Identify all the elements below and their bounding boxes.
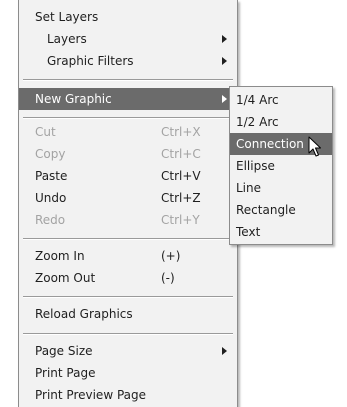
- menu-item-undo[interactable]: Undo Ctrl+Z: [19, 187, 237, 209]
- mouse-pointer-icon: [308, 136, 321, 157]
- submenu-arrow-icon: [222, 95, 227, 103]
- menu-item-label: New Graphic: [35, 92, 112, 106]
- menu-item-label: Undo: [35, 191, 67, 205]
- menu-item-label: Print Page: [35, 366, 96, 380]
- menu-item-label: Zoom Out: [35, 271, 96, 285]
- menu-item-shortcut: Ctrl+V: [161, 169, 201, 183]
- menu-item-label: Ellipse: [236, 159, 275, 173]
- menu-item-label: Text: [236, 225, 261, 239]
- menu-separator: [23, 117, 233, 119]
- menu-item-new-graphic[interactable]: New Graphic: [19, 88, 237, 110]
- menu-item-label: Line: [236, 181, 262, 195]
- menu-item-label: Copy: [35, 147, 66, 161]
- menu-item-page-size[interactable]: Page Size: [19, 340, 237, 362]
- menu-item-shortcut: (+): [161, 249, 181, 263]
- submenu-arrow-icon: [222, 347, 227, 355]
- new-graphic-submenu: 1/4 Arc 1/2 Arc Connection Ellipse Line …: [229, 86, 333, 245]
- menu-item-label: Reload Graphics: [35, 307, 133, 321]
- menu-item-label: Redo: [35, 213, 66, 227]
- menu-item-shortcut: (-): [161, 271, 175, 285]
- menu-separator: [23, 333, 233, 335]
- submenu-arrow-icon: [222, 35, 227, 43]
- menu-item-shortcut: Ctrl+X: [161, 125, 201, 139]
- menu-item-reload-graphics[interactable]: Reload Graphics: [19, 303, 237, 325]
- submenu-item-half-arc[interactable]: 1/2 Arc: [230, 111, 332, 133]
- menu-item-label: Cut: [35, 125, 56, 139]
- menu-item-label: Graphic Filters: [47, 54, 134, 68]
- menu-item-set-layers[interactable]: Set Layers: [19, 6, 237, 28]
- menu-item-redo[interactable]: Redo Ctrl+Y: [19, 209, 237, 231]
- submenu-item-line[interactable]: Line: [230, 177, 332, 199]
- context-menu: Set Layers Layers Graphic Filters New Gr…: [18, 0, 238, 407]
- menu-item-layers[interactable]: Layers: [19, 28, 237, 50]
- menu-item-label: Rectangle: [236, 203, 296, 217]
- menu-item-print-preview-page[interactable]: Print Preview Page: [19, 384, 237, 406]
- menu-item-paste[interactable]: Paste Ctrl+V: [19, 165, 237, 187]
- menu-item-label: Zoom In: [35, 249, 85, 263]
- menu-item-label: Connection: [236, 137, 304, 151]
- submenu-item-ellipse[interactable]: Ellipse: [230, 155, 332, 177]
- menu-item-label: Set Layers: [35, 10, 99, 24]
- menu-item-label: Page Size: [35, 344, 93, 358]
- menu-item-graphic-filters[interactable]: Graphic Filters: [19, 50, 237, 72]
- submenu-arrow-icon: [222, 57, 227, 65]
- menu-item-label: Layers: [47, 32, 87, 46]
- menu-item-print-page[interactable]: Print Page: [19, 362, 237, 384]
- menu-separator: [23, 79, 233, 81]
- menu-item-copy[interactable]: Copy Ctrl+C: [19, 143, 237, 165]
- menu-item-label: Print Preview Page: [35, 388, 146, 402]
- submenu-item-text[interactable]: Text: [230, 221, 332, 243]
- menu-item-zoom-out[interactable]: Zoom Out (-): [19, 267, 237, 289]
- submenu-item-rectangle[interactable]: Rectangle: [230, 199, 332, 221]
- menu-item-label: Paste: [35, 169, 68, 183]
- submenu-item-quarter-arc[interactable]: 1/4 Arc: [230, 89, 332, 111]
- menu-item-cut[interactable]: Cut Ctrl+X: [19, 121, 237, 143]
- menu-item-zoom-in[interactable]: Zoom In (+): [19, 245, 237, 267]
- menu-separator: [23, 296, 233, 298]
- menu-separator: [23, 238, 233, 240]
- menu-item-label: 1/4 Arc: [236, 93, 279, 107]
- menu-item-shortcut: Ctrl+Y: [161, 213, 200, 227]
- menu-item-shortcut: Ctrl+Z: [161, 191, 201, 205]
- menu-item-shortcut: Ctrl+C: [161, 147, 201, 161]
- menu-item-label: 1/2 Arc: [236, 115, 279, 129]
